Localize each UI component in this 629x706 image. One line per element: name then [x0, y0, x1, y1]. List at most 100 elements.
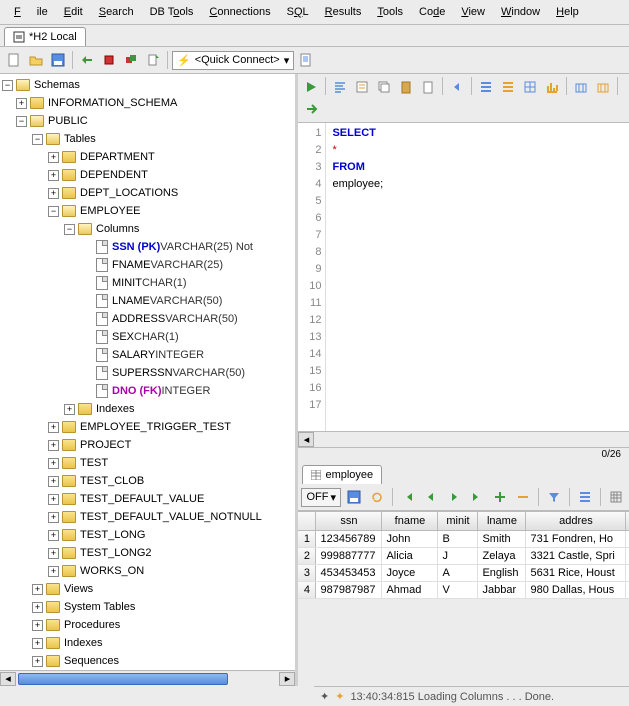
export2-button[interactable]: [593, 77, 613, 97]
editor-hscroll[interactable]: ◂: [298, 431, 629, 447]
export-button[interactable]: [571, 77, 591, 97]
column-item[interactable]: SALARY INTEGER: [0, 346, 295, 364]
scroll-left-icon[interactable]: ◂: [0, 672, 16, 686]
tree-item[interactable]: +Indexes: [0, 634, 295, 652]
cell[interactable]: 999887777: [316, 548, 382, 564]
tree-item[interactable]: +Indexes: [0, 400, 295, 418]
tree-item[interactable]: −EMPLOYEE: [0, 202, 295, 220]
col-header[interactable]: minit: [438, 512, 478, 530]
column-item[interactable]: FNAME VARCHAR(25): [0, 256, 295, 274]
results-grid[interactable]: ssn fname minit lname addres 1123456789J…: [298, 511, 629, 599]
schema-tree[interactable]: −Schemas +INFORMATION_SCHEMA −PUBLIC −Ta…: [0, 74, 295, 670]
refresh-button[interactable]: [367, 487, 387, 507]
next-button[interactable]: [301, 99, 321, 119]
tree-item[interactable]: +WORKS_ON: [0, 562, 295, 580]
tree-item[interactable]: +Sequences: [0, 652, 295, 670]
cell[interactable]: 980 Dallas, Hous: [526, 582, 626, 598]
cell[interactable]: B: [438, 531, 478, 547]
cell[interactable]: Jabbar: [478, 582, 526, 598]
expand-icon[interactable]: +: [16, 98, 27, 109]
grid-view-button[interactable]: [606, 487, 626, 507]
menu-connections[interactable]: Connections: [201, 3, 278, 21]
delete-row-button[interactable]: [513, 487, 533, 507]
list-button[interactable]: [476, 77, 496, 97]
filter-button[interactable]: [544, 487, 564, 507]
cell[interactable]: Ahmad: [382, 582, 438, 598]
tree-item[interactable]: +DEPARTMENT: [0, 148, 295, 166]
copy-button[interactable]: [374, 77, 394, 97]
connect-button[interactable]: [77, 50, 97, 70]
tree-item[interactable]: +PROJECT: [0, 436, 295, 454]
tree-item[interactable]: +TEST_CLOB: [0, 472, 295, 490]
expand-icon[interactable]: +: [48, 188, 59, 199]
cell[interactable]: 3321 Castle, Spri: [526, 548, 626, 564]
prev-row-button[interactable]: [421, 487, 441, 507]
cell[interactable]: 731 Fondren, Ho: [526, 531, 626, 547]
tree-item[interactable]: −Tables: [0, 130, 295, 148]
cell[interactable]: J: [438, 548, 478, 564]
table-row[interactable]: 4987987987AhmadVJabbar980 Dallas, Hous: [298, 582, 629, 599]
result-tab-employee[interactable]: employee: [302, 465, 382, 484]
expand-icon[interactable]: +: [48, 548, 59, 559]
scroll-thumb[interactable]: [18, 673, 228, 685]
table-row[interactable]: 1123456789JohnBSmith731 Fondren, Ho: [298, 531, 629, 548]
column-item[interactable]: LNAME VARCHAR(50): [0, 292, 295, 310]
save-results-button[interactable]: [344, 487, 364, 507]
expand-icon[interactable]: +: [32, 584, 43, 595]
expand-icon[interactable]: +: [48, 566, 59, 577]
menu-results[interactable]: Results: [317, 3, 370, 21]
expand-icon[interactable]: +: [48, 152, 59, 163]
expand-icon[interactable]: +: [48, 458, 59, 469]
quick-connect-dropdown[interactable]: ⚡ <Quick Connect> ▾: [172, 51, 294, 70]
grid-button[interactable]: [520, 77, 540, 97]
code-area[interactable]: SELECT *FROM employee;: [326, 123, 629, 431]
menu-tools[interactable]: Tools: [369, 3, 411, 21]
new-file-button[interactable]: [4, 50, 24, 70]
tree-item[interactable]: −PUBLIC: [0, 112, 295, 130]
tree-item[interactable]: −Columns: [0, 220, 295, 238]
menu-sql[interactable]: SQL: [279, 3, 317, 21]
menu-dbtools[interactable]: DB Tools: [142, 3, 202, 21]
tree-item[interactable]: +TEST_LONG2: [0, 544, 295, 562]
col-header[interactable]: addres: [526, 512, 626, 530]
column-item[interactable]: SSN (PK) VARCHAR(25) Not: [0, 238, 295, 256]
expand-icon[interactable]: +: [32, 656, 43, 667]
tree-item[interactable]: +TEST_LONG: [0, 526, 295, 544]
tree-item[interactable]: +TEST: [0, 454, 295, 472]
col-header[interactable]: fname: [382, 512, 438, 530]
chart-button[interactable]: [542, 77, 562, 97]
format-button[interactable]: [330, 77, 350, 97]
tree-item[interactable]: +INFORMATION_SCHEMA: [0, 94, 295, 112]
column-item[interactable]: MINIT CHAR(1): [0, 274, 295, 292]
column-item[interactable]: ADDRESS VARCHAR(50): [0, 310, 295, 328]
scroll-left-icon[interactable]: ◂: [298, 432, 314, 447]
expand-icon[interactable]: +: [48, 170, 59, 181]
column-item[interactable]: SEX CHAR(1): [0, 328, 295, 346]
cell[interactable]: Smith: [478, 531, 526, 547]
tree-item[interactable]: +Views: [0, 580, 295, 598]
menu-file[interactable]: File: [6, 3, 56, 21]
script-button[interactable]: [296, 50, 316, 70]
tree-hscroll[interactable]: ◂ ▸: [0, 670, 295, 686]
menu-window[interactable]: Window: [493, 3, 548, 21]
collapse-icon[interactable]: −: [32, 134, 43, 145]
tree-item[interactable]: +Procedures: [0, 616, 295, 634]
column-item[interactable]: DNO (FK) INTEGER: [0, 382, 295, 400]
menu-help[interactable]: Help: [548, 3, 587, 21]
expand-icon[interactable]: +: [32, 620, 43, 631]
cell[interactable]: Alicia: [382, 548, 438, 564]
sql-editor[interactable]: 1234567891011121314151617 SELECT *FROM e…: [298, 123, 629, 431]
add-row-button[interactable]: [490, 487, 510, 507]
autocommit-toggle[interactable]: OFF▾: [301, 488, 341, 507]
nav-back-button[interactable]: [447, 77, 467, 97]
expand-icon[interactable]: +: [48, 530, 59, 541]
cell[interactable]: 987987987: [316, 582, 382, 598]
scroll-right-icon[interactable]: ▸: [279, 672, 295, 686]
expand-icon[interactable]: +: [48, 422, 59, 433]
next-row-button[interactable]: [444, 487, 464, 507]
cell[interactable]: English: [478, 565, 526, 581]
table-row[interactable]: 2999887777AliciaJZelaya3321 Castle, Spri: [298, 548, 629, 565]
menu-view[interactable]: View: [453, 3, 493, 21]
tree-item[interactable]: +DEPENDENT: [0, 166, 295, 184]
cell[interactable]: John: [382, 531, 438, 547]
